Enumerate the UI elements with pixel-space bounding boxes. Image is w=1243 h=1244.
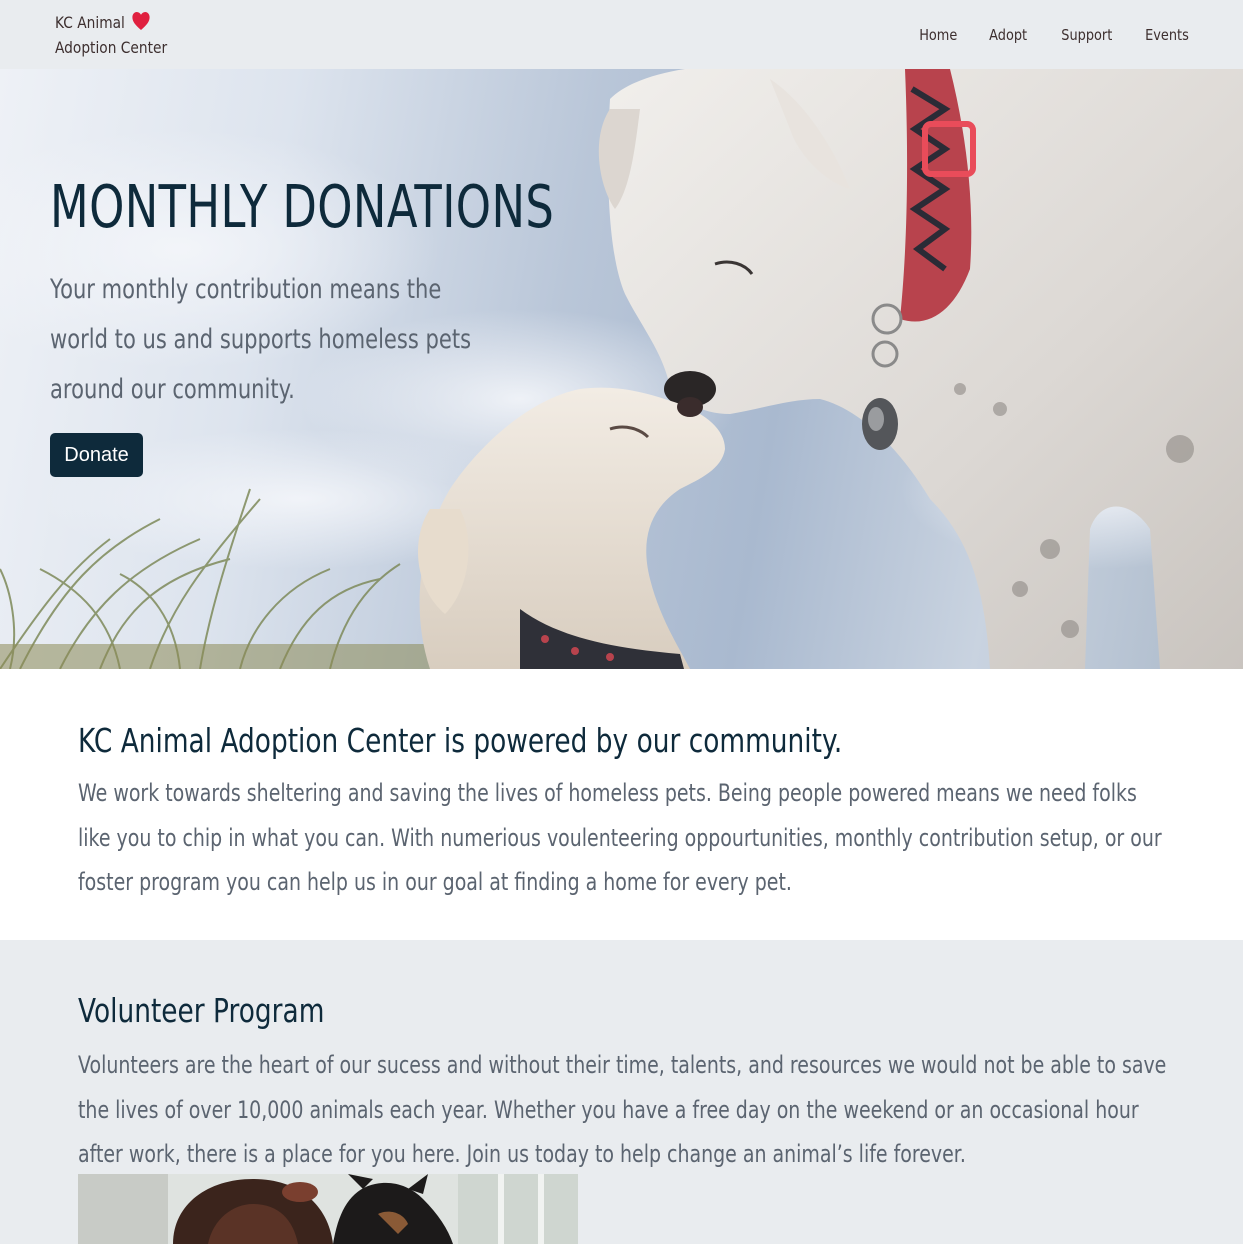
site-header: KC Animal Adoption Center Home Adopt Sup… [0, 0, 1243, 69]
hero-title: MONTHLY DONATIONS [50, 172, 555, 241]
nav-events-link[interactable]: Events [1145, 24, 1189, 46]
hero-subtitle: Your monthly contribution means the worl… [50, 274, 472, 405]
logo-text-line1: KC Animal [55, 13, 125, 32]
volunteer-section: Volunteer Program Volunteers are the hea… [0, 940, 1243, 1244]
volunteer-body: Volunteers are the heart of our sucess a… [78, 1051, 1167, 1168]
donate-button[interactable]: Donate [50, 433, 143, 477]
nav-adopt-link[interactable]: Adopt [989, 24, 1027, 46]
community-body: We work towards sheltering and saving th… [78, 779, 1162, 896]
volunteer-photo [78, 1174, 578, 1244]
community-section: KC Animal Adoption Center is powered by … [0, 669, 1243, 940]
community-heading: KC Animal Adoption Center is powered by … [78, 721, 843, 760]
volunteer-image [78, 1174, 578, 1244]
hero-banner: MONTHLY DONATIONS Your monthly contribut… [0, 69, 1243, 669]
heart-icon [132, 12, 150, 30]
main-nav: Home Adopt Support Events [887, 24, 1189, 46]
volunteer-heading: Volunteer Program [78, 991, 325, 1030]
logo-text-line2: Adoption Center [55, 38, 168, 57]
nav-home-link[interactable]: Home [919, 24, 957, 46]
site-logo[interactable]: KC Animal Adoption Center [55, 10, 167, 60]
nav-support-link[interactable]: Support [1061, 24, 1112, 46]
